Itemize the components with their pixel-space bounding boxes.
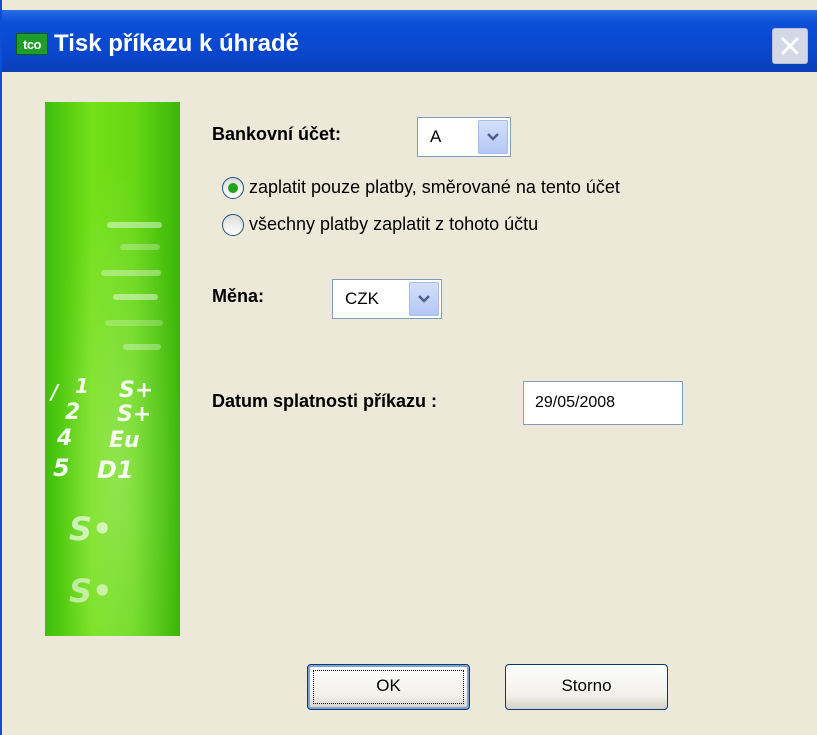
banner-glyph: Eu	[109, 428, 140, 453]
chevron-down-icon	[487, 133, 499, 141]
tco-logo-icon: tco	[16, 33, 48, 55]
currency-label: Měna:	[212, 286, 265, 306]
banner-glyph: 2	[65, 400, 81, 425]
title-bar[interactable]: tco Tisk příkazu k úhradě	[2, 10, 817, 72]
banner-glyph: 5	[53, 454, 70, 482]
close-button[interactable]	[772, 28, 808, 64]
banner-glyph: 1	[75, 374, 89, 398]
banner-glyph: S+	[117, 402, 152, 427]
banner-glyph: /	[51, 380, 59, 404]
radio-pay-all-from-account-label[interactable]: všechny platby zaplatit z tohoto účtu	[249, 214, 538, 235]
radio-pay-only-directed-label[interactable]: zaplatit pouze platby, směrované na tent…	[249, 177, 620, 198]
currency-select[interactable]: CZK	[332, 279, 442, 319]
account-select-value: A	[430, 127, 442, 146]
radio-selected-dot	[228, 183, 238, 193]
banner-glyph: S•	[69, 572, 113, 610]
banner-glyph: S•	[69, 510, 113, 548]
decorative-banner: / 1 S+ 2 S+ 4 Eu 5 D1 S• S•	[45, 102, 180, 636]
currency-dropdown-button[interactable]	[409, 282, 439, 316]
due-date-value: 29/05/2008	[535, 394, 616, 411]
window-title: Tisk příkazu k úhradě	[54, 30, 299, 57]
cancel-button-label: Storno	[561, 676, 612, 695]
chevron-down-icon	[418, 295, 430, 303]
ok-button[interactable]: OK	[307, 664, 470, 710]
currency-select-value: CZK	[345, 289, 379, 308]
radio-pay-all-from-account[interactable]	[222, 214, 244, 236]
radio-pay-only-directed[interactable]	[222, 177, 244, 199]
dialog-window: tco Tisk příkazu k úhradě / 1 S+ 2 S+ 4 …	[0, 0, 817, 735]
banner-glyph: S+	[119, 378, 154, 403]
due-date-label: Datum splatnosti příkazu :	[212, 391, 438, 411]
banner-glyph: 4	[57, 426, 73, 451]
account-label: Bankovní účet:	[212, 124, 342, 144]
cancel-button[interactable]: Storno	[505, 664, 668, 710]
ok-button-label: OK	[376, 676, 401, 695]
account-dropdown-button[interactable]	[478, 120, 508, 154]
account-select[interactable]: A	[417, 117, 511, 157]
due-date-input[interactable]: 29/05/2008	[523, 381, 683, 425]
banner-glyph: D1	[97, 456, 134, 484]
